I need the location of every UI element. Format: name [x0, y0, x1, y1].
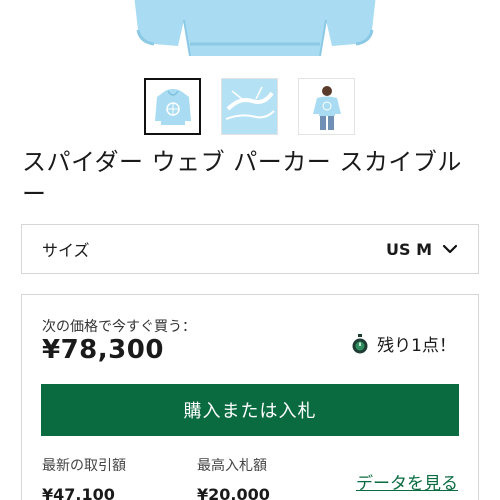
buy-or-bid-button[interactable]: 購入または入札: [41, 384, 459, 436]
last-sale-label: 最新の取引額: [42, 458, 126, 474]
highest-bid-value: ¥20,000: [197, 485, 270, 500]
thumbnail-hoodie-detail[interactable]: [221, 78, 278, 135]
buy-now-price: ¥78,300: [42, 335, 164, 365]
size-value: US M: [385, 239, 432, 259]
product-title: スパイダー ウェブ パーカー スカイブルー: [22, 148, 462, 208]
thumbnail-model-wearing[interactable]: [298, 78, 355, 135]
last-sale-value: ¥47,100: [42, 485, 115, 500]
chevron-down-icon: [442, 244, 458, 254]
stock-remaining-text: 残り1点！: [377, 336, 456, 356]
buy-panel: 次の価格で今すぐ買う： ¥78,300 残り1点！ 購入または入札 最新の取引額…: [21, 294, 479, 500]
last-sale-stat: 最新の取引額 ¥47,100: [42, 455, 126, 500]
product-main-image: [0, 0, 500, 60]
size-selector[interactable]: サイズ US M: [21, 224, 479, 274]
view-data-link[interactable]: データを見る: [356, 469, 458, 494]
hoodie-detail-icon: [222, 79, 277, 134]
thumbnail-hoodie-front[interactable]: [144, 78, 201, 135]
stopwatch-icon: [352, 333, 368, 353]
size-label: サイズ: [42, 241, 90, 260]
highest-bid-label: 最高入札額: [197, 458, 267, 474]
size-value-group: US M: [386, 240, 458, 259]
stock-remaining: 残り1点！: [351, 331, 456, 356]
hoodie-image: [134, 0, 376, 57]
thumbnail-strip: [144, 78, 355, 135]
model-wearing-icon: [312, 85, 341, 130]
highest-bid-stat: 最高入札額 ¥20,000: [197, 455, 270, 500]
hoodie-front-icon: [154, 88, 191, 125]
buy-now-caption: 次の価格で今すぐ買う：: [42, 319, 196, 335]
